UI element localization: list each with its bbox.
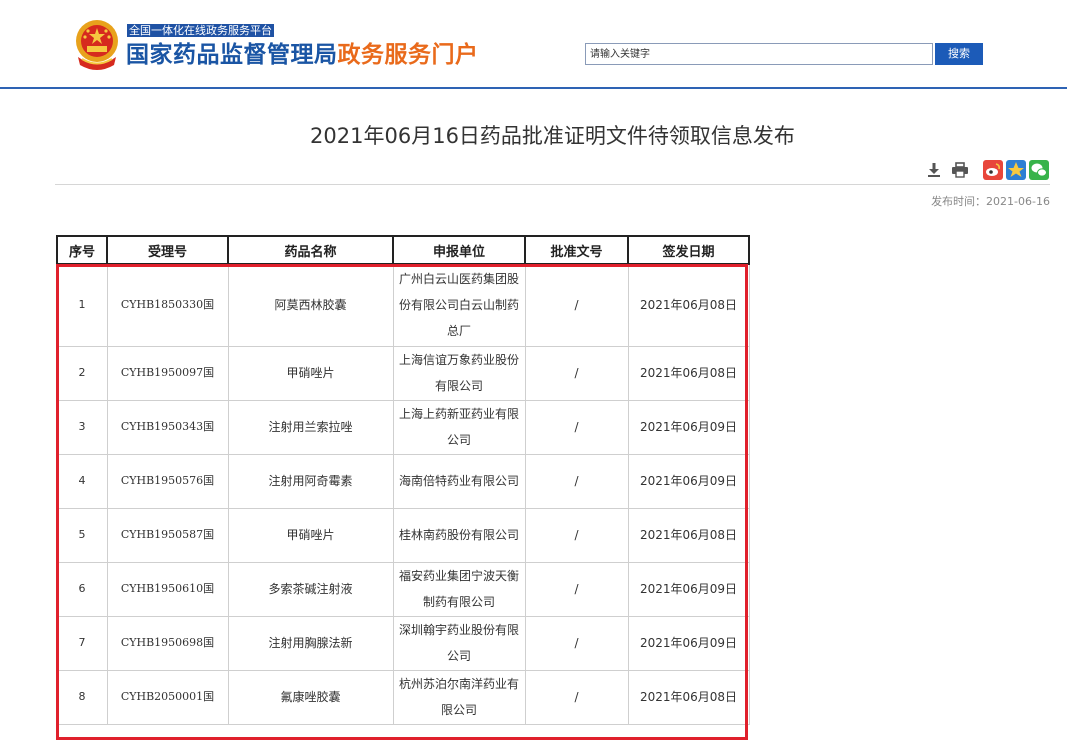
header-serial: 序号 (56, 235, 108, 265)
cell-approval-no: / (524, 345, 629, 401)
cell-applicant: 上海上药新亚药业有限公司 (392, 399, 526, 455)
table-row: 7 CYHB1950698国 注射用胸腺法新 深圳翰宇药业股份有限公司 / 20… (56, 615, 750, 671)
table-row: 6 CYHB1950610国 多索茶碱注射液 福安药业集团宁波天衡制药有限公司 … (56, 561, 750, 617)
cell-serial: 6 (56, 561, 108, 617)
cell-issue-date: 2021年06月08日 (627, 263, 750, 347)
weibo-share-icon[interactable] (983, 160, 1003, 180)
header-issue-date: 签发日期 (627, 235, 750, 265)
table-row: 8 CYHB2050001国 氟康唑胶囊 杭州苏泊尔南洋药业有限公司 / 202… (56, 669, 750, 725)
cell-drug-name: 阿莫西林胶囊 (227, 263, 394, 347)
header-approval-no: 批准文号 (524, 235, 629, 265)
site-name-main: 国家药品监督管理局 (126, 42, 338, 68)
table-row: 1 CYHB1850330国 阿莫西林胶囊 广州白云山医药集团股份有限公司白云山… (56, 263, 750, 347)
cell-serial: 8 (56, 669, 108, 725)
cell-issue-date: 2021年06月09日 (627, 453, 750, 509)
cell-applicant: 杭州苏泊尔南洋药业有限公司 (392, 669, 526, 725)
table-header-row: 序号 受理号 药品名称 申报单位 批准文号 签发日期 (56, 235, 750, 265)
qzone-share-icon[interactable] (1006, 160, 1026, 180)
table-row: 4 CYHB1950576国 注射用阿奇霉素 海南倍特药业有限公司 / 2021… (56, 453, 750, 509)
cell-approval-no: / (524, 453, 629, 509)
search-input[interactable] (585, 43, 933, 65)
cell-approval-no: / (524, 615, 629, 671)
header-drug-name: 药品名称 (227, 235, 394, 265)
cell-acceptance-no: CYHB1950698国 (106, 615, 229, 671)
search-button[interactable]: 搜索 (935, 43, 983, 65)
cell-drug-name: 氟康唑胶囊 (227, 669, 394, 725)
cell-applicant: 上海信谊万象药业股份有限公司 (392, 345, 526, 401)
cell-issue-date: 2021年06月08日 (627, 345, 750, 401)
wechat-share-icon[interactable] (1029, 160, 1049, 180)
cell-serial: 1 (56, 263, 108, 347)
cell-applicant: 海南倍特药业有限公司 (392, 453, 526, 509)
cell-acceptance-no: CYHB1950587国 (106, 507, 229, 563)
cell-acceptance-no: CYHB1950343国 (106, 399, 229, 455)
cell-acceptance-no: CYHB1950610国 (106, 561, 229, 617)
download-icon[interactable] (926, 162, 942, 178)
print-icon[interactable] (951, 162, 969, 178)
cell-acceptance-no: CYHB1850330国 (106, 263, 229, 347)
cell-applicant: 桂林南药股份有限公司 (392, 507, 526, 563)
cell-serial: 5 (56, 507, 108, 563)
cell-approval-no: / (524, 399, 629, 455)
title-divider (55, 184, 1050, 185)
cell-issue-date: 2021年06月08日 (627, 669, 750, 725)
cell-acceptance-no: CYHB1950097国 (106, 345, 229, 401)
cell-serial: 4 (56, 453, 108, 509)
site-name-suffix: 政务服务门户 (337, 42, 479, 68)
cell-issue-date: 2021年06月09日 (627, 399, 750, 455)
cell-approval-no: / (524, 507, 629, 563)
header-applicant: 申报单位 (392, 235, 526, 265)
cell-approval-no: / (524, 561, 629, 617)
site-header: 全国一体化在线政务服务平台 国家药品监督管理局政务服务门户 搜索 (0, 0, 1067, 88)
cell-issue-date: 2021年06月08日 (627, 507, 750, 563)
cell-acceptance-no: CYHB2050001国 (106, 669, 229, 725)
header-acceptance-no: 受理号 (106, 235, 229, 265)
cell-issue-date: 2021年06月09日 (627, 615, 750, 671)
cell-applicant: 福安药业集团宁波天衡制药有限公司 (392, 561, 526, 617)
table-row: 2 CYHB1950097国 甲硝唑片 上海信谊万象药业股份有限公司 / 202… (56, 345, 750, 401)
table-row: 5 CYHB1950587国 甲硝唑片 桂林南药股份有限公司 / 2021年06… (56, 507, 750, 563)
publish-time: 发布时间：2021-06-16 (931, 195, 1050, 208)
cell-drug-name: 甲硝唑片 (227, 345, 394, 401)
cell-serial: 3 (56, 399, 108, 455)
national-emblem-icon (76, 20, 118, 70)
page-title: 2021年06月16日药品批准证明文件待领取信息发布 (310, 124, 795, 148)
cell-applicant: 深圳翰宇药业股份有限公司 (392, 615, 526, 671)
cell-drug-name: 注射用兰索拉唑 (227, 399, 394, 455)
cell-drug-name: 注射用阿奇霉素 (227, 453, 394, 509)
platform-slogan: 全国一体化在线政务服务平台 (127, 24, 274, 37)
cell-serial: 2 (56, 345, 108, 401)
table-row: 3 CYHB1950343国 注射用兰索拉唑 上海上药新亚药业有限公司 / 20… (56, 399, 750, 455)
cell-acceptance-no: CYHB1950576国 (106, 453, 229, 509)
certificate-table: 序号 受理号 药品名称 申报单位 批准文号 签发日期 1 CYHB1850330… (56, 235, 750, 725)
cell-drug-name: 多索茶碱注射液 (227, 561, 394, 617)
cell-issue-date: 2021年06月09日 (627, 561, 750, 617)
site-name[interactable]: 国家药品监督管理局政务服务门户 (126, 39, 479, 71)
cell-approval-no: / (524, 263, 629, 347)
cell-drug-name: 甲硝唑片 (227, 507, 394, 563)
cell-applicant: 广州白云山医药集团股份有限公司白云山制药总厂 (392, 263, 526, 347)
cell-approval-no: / (524, 669, 629, 725)
cell-drug-name: 注射用胸腺法新 (227, 615, 394, 671)
cell-serial: 7 (56, 615, 108, 671)
header-divider (0, 87, 1067, 89)
